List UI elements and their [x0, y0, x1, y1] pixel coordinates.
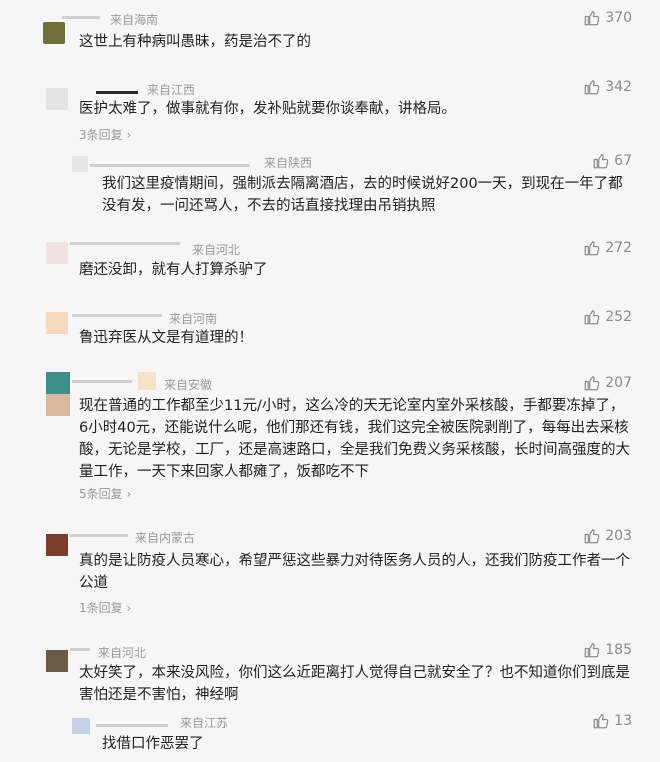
comment-text: 找借口作恶罢了 — [102, 736, 204, 752]
comment-source: 来自海南 — [110, 13, 159, 27]
comment-text: 这世上有种病叫愚昧，药是治不了的 — [79, 34, 311, 50]
like-count: 272 — [605, 240, 632, 256]
avatar[interactable] — [46, 242, 68, 264]
comment-6: 来自内蒙古 真的是让防疫人员寒心，希望严惩这些暴力对待医务人员的人，还我们防疫工… — [0, 516, 660, 626]
comment-text: 太好笑了，本来没风险，你们这么近距离打人觉得自己就安全了？也不知道你们到底是害怕… — [79, 665, 630, 703]
like-button[interactable]: 272 — [583, 239, 632, 257]
thumbs-up-icon — [583, 641, 601, 659]
username-blurred — [96, 724, 168, 727]
like-button[interactable]: 252 — [583, 308, 632, 326]
comment-source: 来自河北 — [192, 243, 241, 257]
thumbs-up-icon — [583, 9, 601, 27]
reply-1: 来自陕西 我们这里疫情期间，强制派去隔离酒店，去的时候说好200一天，到现在一年… — [0, 144, 660, 226]
username-blurred — [62, 16, 100, 19]
like-button[interactable]: 13 — [592, 712, 632, 730]
comment-text: 我们这里疫情期间，强制派去隔离酒店，去的时候说好200一天，到现在一年了都没有发… — [102, 176, 623, 214]
comment-source: 来自内蒙古 — [135, 531, 196, 545]
like-button[interactable]: 203 — [583, 527, 632, 545]
avatar[interactable] — [46, 88, 68, 110]
avatar[interactable] — [46, 312, 68, 334]
comment-4: 来自河南 鲁迅弃医从文是有道理的！ 252 — [0, 296, 660, 364]
view-replies-link[interactable]: 1条回复 › — [79, 599, 131, 616]
comment-1: 来自海南 这世上有种病叫愚昧，药是治不了的 370 — [0, 0, 660, 66]
comment-text: 真的是让防疫人员寒心，希望严惩这些暴力对待医务人员的人，还我们防疫工作者一个公道 — [79, 553, 630, 591]
comment-source: 来自安徽 — [164, 378, 213, 392]
comment-3: 来自河北 磨还没卸，就有人打算杀驴了 272 — [0, 226, 660, 296]
comment-source: 来自江西 — [147, 83, 196, 97]
comment-source: 来自河南 — [169, 312, 218, 326]
thumbs-up-icon — [583, 374, 601, 392]
comment-text: 磨还没卸，就有人打算杀驴了 — [79, 262, 268, 278]
thumbs-up-icon — [583, 239, 601, 257]
like-count: 203 — [605, 528, 632, 544]
reply-2: 来自江苏 找借口作恶罢了 13 — [0, 708, 660, 762]
avatar[interactable] — [46, 372, 70, 394]
comment-2: 来自江西 医护太难了，做事就有你，发补贴就要你谈奉献，讲格局。 3条回复 › 3… — [0, 66, 660, 144]
thumbs-up-icon — [592, 712, 610, 730]
like-count: 252 — [605, 309, 632, 325]
comment-source: 来自江苏 — [180, 716, 229, 730]
like-count: 185 — [605, 642, 632, 658]
thumbs-up-icon — [583, 78, 601, 96]
comment-text: 鲁迅弃医从文是有道理的！ — [79, 330, 253, 346]
like-count: 370 — [605, 10, 632, 26]
username-blurred — [72, 380, 132, 383]
comment-5: 来自安徽 现在普通的工作都至少11元/小时，这么冷的天无论室内室外采核酸，手都要… — [0, 364, 660, 516]
username-blurred — [90, 164, 250, 167]
comment-text: 现在普通的工作都至少11元/小时，这么冷的天无论室内室外采核酸，手都要冻掉了，6… — [79, 398, 630, 480]
like-button[interactable]: 207 — [583, 374, 632, 392]
avatar[interactable] — [46, 650, 68, 672]
like-count: 13 — [614, 713, 632, 729]
avatar[interactable] — [72, 156, 88, 172]
avatar[interactable] — [46, 534, 68, 556]
view-replies-link[interactable]: 3条回复 › — [79, 126, 131, 143]
comment-source: 来自陕西 — [264, 156, 313, 170]
username-blurred — [70, 648, 90, 651]
like-button[interactable]: 185 — [583, 641, 632, 659]
comment-text: 医护太难了，做事就有你，发补贴就要你谈奉献，讲格局。 — [79, 101, 456, 117]
avatar[interactable] — [43, 22, 65, 44]
like-count: 67 — [614, 153, 632, 169]
thumbs-up-icon — [592, 152, 610, 170]
like-count: 207 — [605, 375, 632, 391]
username-blurred — [72, 314, 162, 317]
thumbs-up-icon — [583, 308, 601, 326]
username-blurred — [70, 242, 180, 245]
like-button[interactable]: 67 — [592, 152, 632, 170]
like-button[interactable]: 370 — [583, 9, 632, 27]
username-blurred — [96, 91, 138, 94]
thumbs-up-icon — [583, 527, 601, 545]
username-blurred — [70, 534, 128, 537]
like-button[interactable]: 342 — [583, 78, 632, 96]
avatar-secondary — [46, 394, 70, 416]
avatar-mini — [138, 372, 156, 390]
comment-source: 来自河北 — [98, 646, 147, 660]
view-replies-link[interactable]: 5条回复 › — [79, 485, 131, 502]
avatar[interactable] — [72, 718, 90, 734]
comment-7: 来自河北 太好笑了，本来没风险，你们这么近距离打人觉得自己就安全了？也不知道你们… — [0, 626, 660, 712]
like-count: 342 — [605, 79, 632, 95]
